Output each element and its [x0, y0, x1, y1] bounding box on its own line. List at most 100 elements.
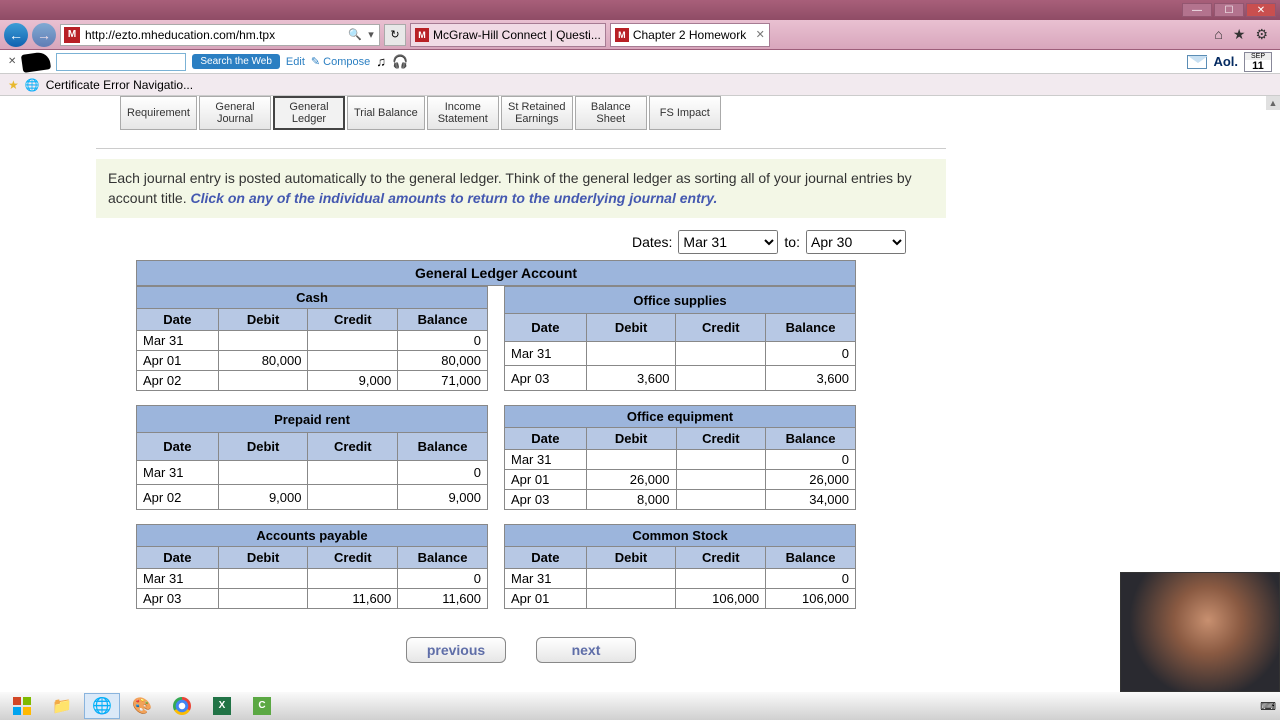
nav-buttons: previous next [96, 637, 946, 663]
cell-credit[interactable]: 9,000 [308, 371, 398, 391]
table-row: Apr 0180,00080,000 [137, 351, 488, 371]
chrome-icon[interactable] [164, 693, 200, 719]
aol-search-button[interactable]: Search the Web [192, 54, 280, 69]
cell-balance: 71,000 [398, 371, 488, 391]
cell-balance: 80,000 [398, 351, 488, 371]
cell-credit[interactable] [308, 485, 398, 510]
excel-icon[interactable]: X [204, 693, 240, 719]
cell-debit[interactable] [586, 569, 676, 589]
tab-mcgraw-hill[interactable]: M McGraw-Hill Connect | Questi... [410, 23, 606, 47]
music-icon[interactable]: ♫ [376, 54, 386, 69]
home-icon[interactable]: ⌂ [1214, 26, 1222, 43]
instructions-link[interactable]: Click on any of the individual amounts t… [191, 190, 718, 206]
taskbar: 📁 🌐 🎨 X C ⌨ [0, 692, 1280, 720]
refresh-button[interactable]: ↻ [384, 24, 406, 46]
cell-debit[interactable]: 9,000 [218, 485, 308, 510]
cell-credit[interactable]: 106,000 [676, 589, 766, 609]
camtasia-icon[interactable]: C [244, 693, 280, 719]
internet-explorer-icon[interactable]: 🌐 [84, 693, 120, 719]
table-row: Apr 0311,60011,600 [137, 589, 488, 609]
col-date: Date [505, 428, 587, 450]
col-credit: Credit [676, 428, 766, 450]
settings-icon[interactable]: ⚙ [1255, 26, 1268, 43]
url-input[interactable] [83, 28, 347, 42]
cell-credit[interactable] [308, 569, 398, 589]
start-button[interactable] [4, 693, 40, 719]
cell-debit[interactable] [586, 341, 676, 366]
cell-debit[interactable] [218, 589, 308, 609]
file-explorer-icon[interactable]: 📁 [44, 693, 80, 719]
cell-debit[interactable] [218, 331, 308, 351]
ledger-heading: General Ledger Account [136, 260, 856, 286]
search-icon[interactable]: 🔍 [347, 28, 363, 41]
date-from-select[interactable]: Mar 31 [678, 230, 778, 254]
next-button[interactable]: next [536, 637, 636, 663]
cell-balance: 0 [398, 331, 488, 351]
tab-balance-sheet[interactable]: BalanceSheet [575, 96, 647, 130]
previous-button[interactable]: previous [406, 637, 506, 663]
divider [96, 148, 946, 149]
aol-search-input[interactable] [56, 53, 186, 71]
cell-debit[interactable] [218, 460, 308, 485]
col-debit: Debit [218, 309, 308, 331]
cell-credit[interactable] [308, 331, 398, 351]
cell-credit[interactable] [676, 470, 766, 490]
favorites-icon[interactable]: ★ [1233, 26, 1246, 43]
bookmark-cert-error[interactable]: Certificate Error Navigatio... [46, 78, 193, 92]
cell-debit[interactable]: 26,000 [586, 470, 676, 490]
ledger-table-common-stock: Common StockDateDebitCreditBalanceMar 31… [504, 524, 856, 609]
cell-date: Apr 03 [137, 589, 219, 609]
minimize-button[interactable]: — [1182, 3, 1212, 17]
url-dropdown-icon[interactable]: ▾ [363, 28, 379, 41]
cell-debit[interactable] [218, 569, 308, 589]
tab-trial-balance[interactable]: Trial Balance [347, 96, 425, 130]
cell-credit[interactable] [308, 460, 398, 485]
close-toolbar-icon[interactable]: ✕ [8, 56, 16, 67]
cell-credit[interactable] [676, 569, 766, 589]
aol-compose-link[interactable]: ✎ Compose [311, 55, 370, 68]
cell-credit[interactable]: 11,600 [308, 589, 398, 609]
cell-date: Mar 31 [505, 569, 587, 589]
mail-icon[interactable] [1187, 55, 1207, 69]
cell-debit[interactable] [586, 589, 676, 609]
col-credit: Credit [308, 309, 398, 331]
cell-debit[interactable] [586, 450, 676, 470]
maximize-button[interactable]: ☐ [1214, 3, 1244, 17]
cell-credit[interactable] [676, 450, 766, 470]
col-date: Date [137, 547, 219, 569]
tab-general-journal[interactable]: GeneralJournal [199, 96, 271, 130]
tab-income-statement[interactable]: IncomeStatement [427, 96, 499, 130]
cell-date: Apr 02 [137, 485, 219, 510]
back-button[interactable]: ← [4, 23, 28, 47]
cell-credit[interactable] [308, 351, 398, 371]
headphones-icon[interactable]: 🎧 [392, 54, 408, 70]
cell-credit[interactable] [676, 341, 766, 366]
cell-debit[interactable]: 80,000 [218, 351, 308, 371]
col-credit: Credit [308, 433, 398, 460]
cell-debit[interactable]: 3,600 [586, 366, 676, 391]
address-bar[interactable]: M 🔍 ▾ [60, 24, 380, 46]
tab-requirement[interactable]: Requirement [120, 96, 197, 130]
tab-close-icon[interactable]: ✕ [756, 28, 765, 41]
tab-general-ledger[interactable]: GeneralLedger [273, 96, 345, 130]
favorites-star-icon[interactable]: ★ [8, 78, 19, 92]
cell-credit[interactable] [676, 366, 766, 391]
calendar-icon[interactable]: SEP 11 [1244, 52, 1272, 72]
col-balance: Balance [398, 547, 488, 569]
tab-chapter-2-homework[interactable]: M Chapter 2 Homework ✕ [610, 23, 770, 47]
cell-debit[interactable] [218, 371, 308, 391]
keyboard-tray-icon[interactable]: ⌨ [1260, 700, 1276, 713]
aol-edit-link[interactable]: Edit [286, 56, 305, 68]
account-name: Common Stock [505, 525, 856, 547]
close-button[interactable]: ✕ [1246, 3, 1276, 17]
tab-fs-impact[interactable]: FS Impact [649, 96, 721, 130]
col-date: Date [137, 433, 219, 460]
date-to-select[interactable]: Apr 30 [806, 230, 906, 254]
cell-debit[interactable]: 8,000 [586, 490, 676, 510]
cell-credit[interactable] [676, 490, 766, 510]
forward-button[interactable]: → [32, 23, 56, 47]
scroll-up-icon[interactable]: ▲ [1266, 96, 1280, 110]
tab-st-retained-earnings[interactable]: St RetainedEarnings [501, 96, 573, 130]
paint-icon[interactable]: 🎨 [124, 693, 160, 719]
account-name: Cash [137, 287, 488, 309]
